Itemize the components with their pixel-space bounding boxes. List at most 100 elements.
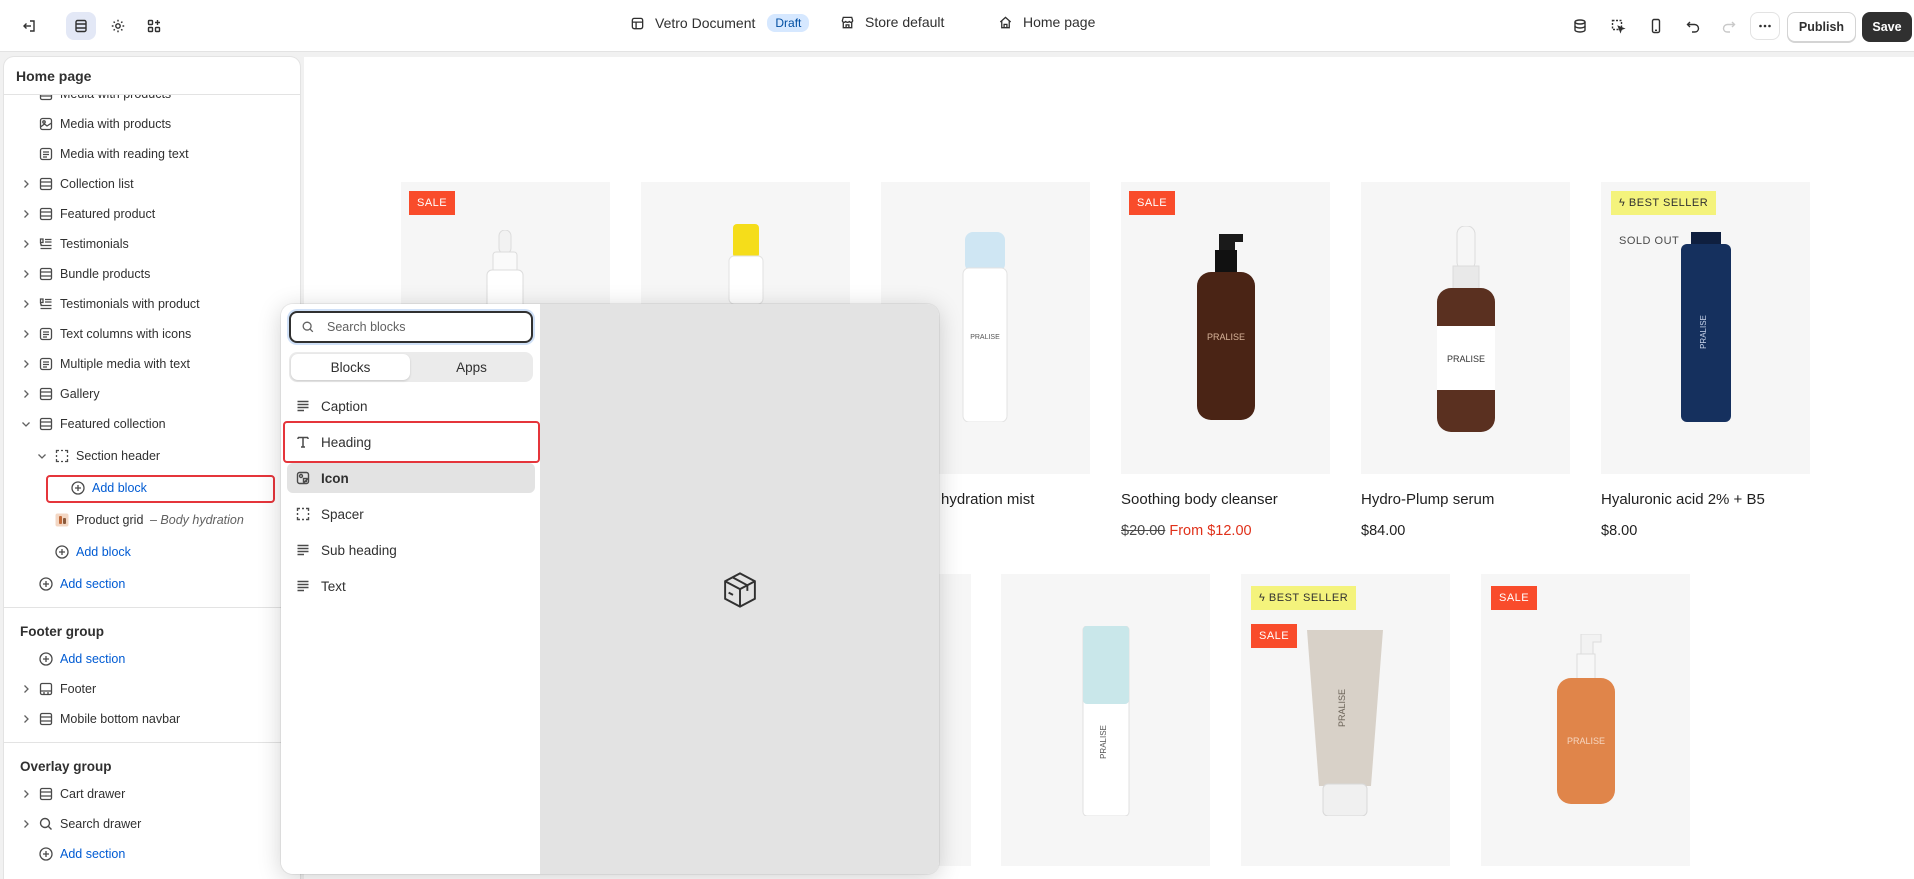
sidebar-item-featured-collection[interactable]: Featured collection	[4, 409, 300, 439]
block-item-sub-heading[interactable]: Sub heading	[287, 535, 535, 565]
mobile-preview-icon[interactable]	[1641, 12, 1671, 40]
product-name[interactable]: Hydro-Plump serum	[1361, 491, 1494, 508]
search-box[interactable]	[289, 311, 533, 343]
block-item-icon[interactable]: Icon	[287, 463, 535, 493]
exit-icon[interactable]	[14, 12, 44, 40]
add-section-label: Add section	[60, 652, 126, 666]
chevron-right-icon[interactable]	[20, 328, 32, 340]
block-label: Spacer	[321, 506, 364, 522]
chevron-right-icon[interactable]	[20, 388, 32, 400]
inspect-icon[interactable]	[1603, 12, 1633, 40]
sidebar-item-label: Footer	[60, 682, 97, 696]
sidebar-item-testimonials-with-product[interactable]: Testimonials with product	[4, 289, 300, 319]
sidebar-item-media-with-reading-text[interactable]: Media with reading text	[4, 139, 300, 169]
sold-out-badge: SOLD OUT	[1619, 235, 1680, 247]
more-actions-icon[interactable]	[1750, 12, 1780, 40]
product-card[interactable]: SALE PRALISE	[1121, 182, 1330, 474]
sidebar-item-search-drawer[interactable]: Search drawer	[4, 809, 300, 839]
sidebar-item-testimonials[interactable]: Testimonials	[4, 229, 300, 259]
sidebar-item-label: Collection list	[60, 177, 134, 191]
gear-icon[interactable]	[103, 12, 133, 40]
product-name[interactable]: Soothing body cleanser	[1121, 491, 1278, 508]
sale-badge: SALE	[409, 191, 456, 215]
product-card[interactable]: ϟ BEST SELLER SOLD OUT PRALISE	[1601, 182, 1810, 474]
chevron-right-icon[interactable]	[20, 788, 32, 800]
sidebar-item-gallery[interactable]: Gallery	[4, 379, 300, 409]
chevron-right-icon[interactable]	[20, 358, 32, 370]
chevron-right-icon[interactable]	[20, 683, 32, 695]
page-switcher[interactable]: Home page	[998, 14, 1095, 30]
bottle-label: PRALISE	[1567, 736, 1605, 746]
product-card[interactable]: PRALISE	[1361, 182, 1570, 474]
sidebar-item-multiple-media-with-text[interactable]: Multiple media with text	[4, 349, 300, 379]
block-label: Sub heading	[321, 542, 397, 558]
section-icon	[39, 387, 53, 401]
divider	[4, 742, 300, 743]
save-button[interactable]: Save	[1862, 12, 1912, 42]
sidebar-item-mobile-bottom-navbar[interactable]: Mobile bottom navbar	[4, 704, 300, 734]
plus-circle-icon	[55, 545, 69, 559]
search-input[interactable]	[327, 318, 517, 336]
apps-icon[interactable]	[139, 12, 169, 40]
undo-icon[interactable]	[1678, 12, 1708, 40]
section-icon	[39, 787, 53, 801]
chevron-right-icon[interactable]	[20, 713, 32, 725]
document-switcher[interactable]: Vetro Document Draft	[630, 14, 810, 32]
sidebar-item-footer[interactable]: Footer	[4, 674, 300, 704]
store-switcher[interactable]: Store default	[840, 14, 944, 30]
yellow-cap-bottle-image	[728, 224, 764, 304]
sidebar-item-label: Search drawer	[60, 817, 142, 831]
tab-blocks[interactable]: Blocks	[291, 354, 410, 380]
chevron-right-icon[interactable]	[20, 818, 32, 830]
sidebar-item-media-with-products-2[interactable]: Media with products	[4, 109, 300, 139]
chevron-right-icon[interactable]	[20, 298, 32, 310]
section-icon	[39, 177, 53, 191]
chevron-right-icon[interactable]	[20, 238, 32, 250]
product-price: $20.00 From $12.00	[1121, 523, 1252, 539]
section-icon	[39, 417, 53, 431]
testimonial-icon	[39, 238, 52, 250]
document-name: Vetro Document	[655, 15, 756, 31]
product-card[interactable]: ϟ BEST SELLER SALE PRALISE	[1241, 574, 1450, 866]
add-section-label: Add section	[60, 577, 126, 591]
sidebar-item-section-header[interactable]: Section header	[4, 441, 300, 471]
footer-add-section-button[interactable]: Add section	[4, 644, 300, 674]
redo-icon[interactable]	[1714, 12, 1744, 40]
block-item-spacer[interactable]: Spacer	[287, 499, 535, 529]
tab-apps[interactable]: Apps	[412, 354, 531, 380]
product-name[interactable]: Hyaluronic acid 2% + B5	[1601, 491, 1765, 508]
product-card[interactable]: SALE PRALISE	[1481, 574, 1690, 866]
sidebar-item-label: Testimonials	[60, 237, 129, 251]
publish-button[interactable]: Publish	[1787, 12, 1856, 42]
block-list-panel: Blocks Apps Caption Heading Icon Spacer …	[281, 304, 541, 874]
chevron-right-icon[interactable]	[20, 178, 32, 190]
add-section-button[interactable]: Add section	[4, 569, 300, 599]
overlay-add-section-button[interactable]: Add section	[4, 839, 300, 869]
sidebar-item-collection-list[interactable]: Collection list	[4, 169, 300, 199]
product-name[interactable]: hydration mist	[941, 491, 1034, 508]
chevron-down-icon[interactable]	[20, 418, 32, 430]
database-icon[interactable]	[1565, 12, 1595, 40]
dropper-bottle-image	[486, 230, 524, 310]
block-item-caption[interactable]: Caption	[287, 391, 535, 421]
sidebar-item-label: Multiple media with text	[60, 357, 190, 371]
chevron-right-icon[interactable]	[20, 208, 32, 220]
sidebar-item-featured-product[interactable]: Featured product	[4, 199, 300, 229]
sections-icon[interactable]	[66, 12, 96, 40]
add-block-button-2[interactable]: Add block	[4, 537, 300, 567]
chevron-down-icon[interactable]	[36, 450, 48, 462]
sidebar-item-text-columns-with-icons[interactable]: Text columns with icons	[4, 319, 300, 349]
image-icon	[39, 117, 53, 131]
tube-image: PRALISE	[1307, 630, 1383, 816]
sidebar-item-label: Gallery	[60, 387, 100, 401]
text-block-icon	[39, 357, 53, 371]
sidebar-item-cart-drawer[interactable]: Cart drawer	[4, 779, 300, 809]
bottle-label: PRALISE	[1337, 689, 1347, 727]
sidebar-item-bundle-products[interactable]: Bundle products	[4, 259, 300, 289]
chevron-right-icon[interactable]	[20, 268, 32, 280]
product-card[interactable]: PRALISE	[1001, 574, 1210, 866]
sidebar-item-label: Text columns with icons	[60, 327, 192, 341]
overlay-group-title: Overlay group	[20, 759, 112, 774]
sidebar-item-product-grid[interactable]: Product grid – Body hydration	[4, 505, 300, 535]
block-item-text[interactable]: Text	[287, 571, 535, 601]
